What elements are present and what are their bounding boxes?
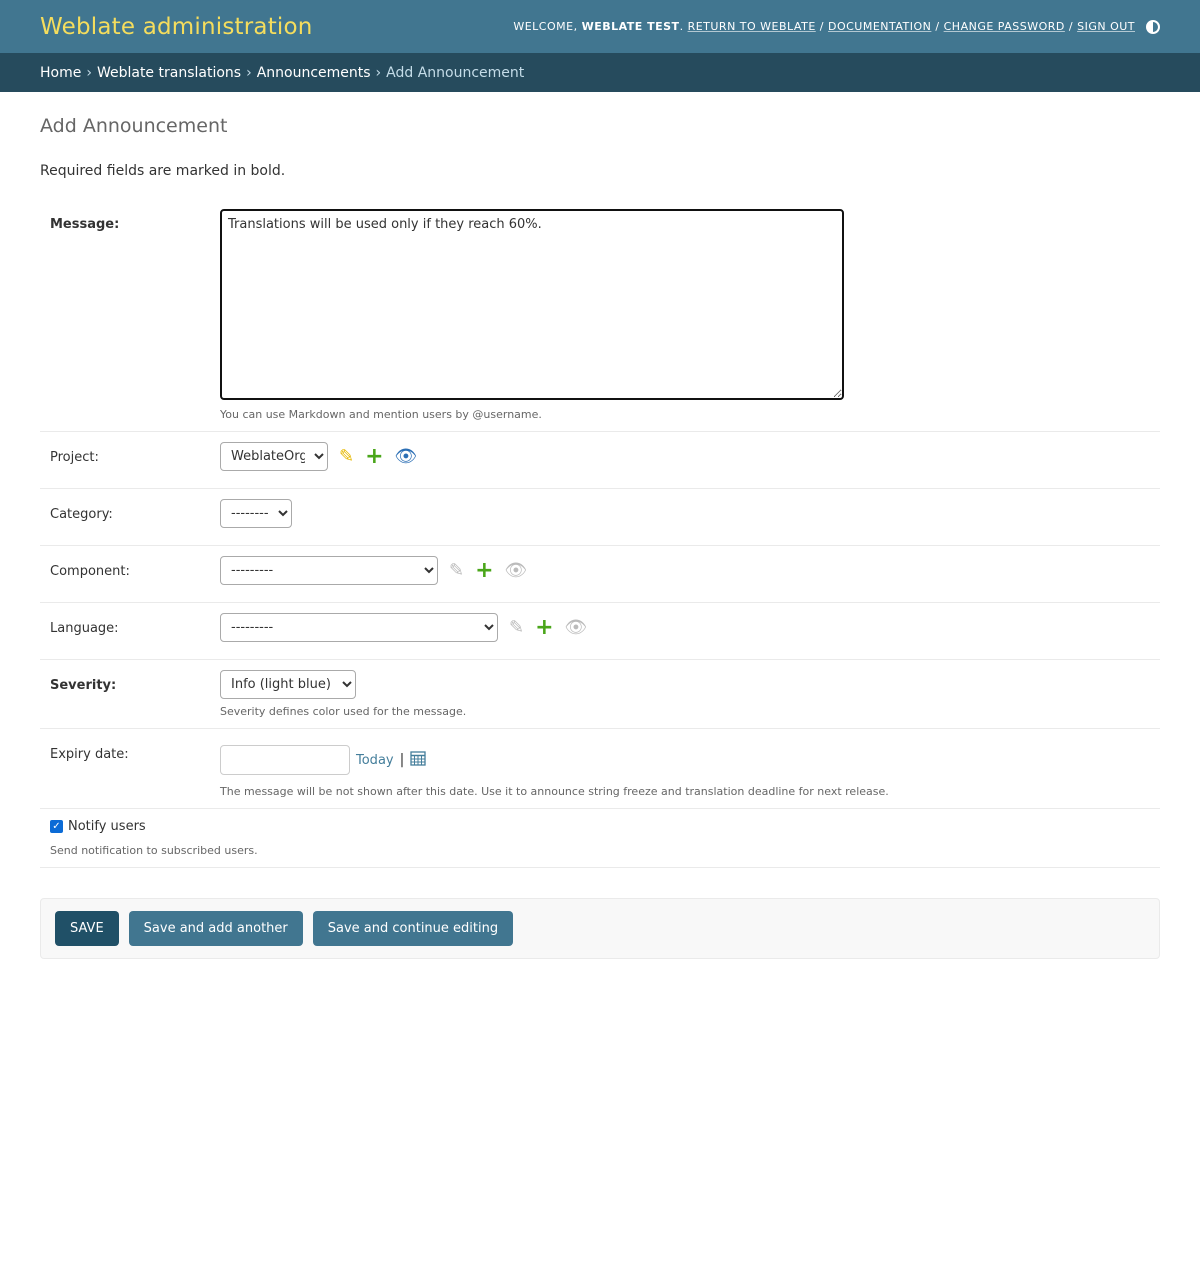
sign-out-link[interactable]: Sign out (1077, 20, 1135, 33)
severity-label: Severity: (50, 678, 117, 693)
expiry-label: Expiry date: (50, 747, 129, 762)
expiry-date-input[interactable] (220, 745, 350, 775)
category-row: Category: --------- (40, 489, 1160, 546)
change-password-link[interactable]: Change password (944, 20, 1065, 33)
category-label: Category: (50, 507, 113, 522)
username: Weblate Test (581, 20, 680, 33)
eye-icon[interactable]: 👁 (395, 447, 418, 466)
page-title: Add Announcement (40, 115, 228, 137)
plus-icon[interactable]: + (475, 559, 493, 582)
expiry-row: Expiry date: Today | The message will be… (40, 729, 1160, 809)
message-help: You can use Markdown and mention users b… (220, 408, 542, 421)
notify-checkbox[interactable]: ✓ (50, 820, 63, 833)
pencil-icon[interactable]: ✎ (339, 447, 354, 466)
breadcrumb-home[interactable]: Home (40, 65, 81, 81)
language-select[interactable]: --------- (220, 613, 498, 642)
announcement-form: Message: Translations will be used only … (40, 199, 1160, 868)
required-note: Required fields are marked in bold. (40, 163, 286, 179)
theme-toggle-icon[interactable] (1146, 19, 1160, 34)
message-label: Message: (50, 217, 120, 232)
return-to-weblate-link[interactable]: Return to Weblate (688, 20, 816, 33)
message-row: Message: Translations will be used only … (40, 199, 1160, 432)
breadcrumb-current: Add Announcement (386, 64, 525, 81)
component-select[interactable]: --------- (220, 556, 438, 585)
site-name[interactable]: Weblate administration (40, 14, 313, 40)
category-select[interactable]: --------- (220, 499, 292, 528)
breadcrumb-weblate-translations[interactable]: Weblate translations (97, 65, 241, 81)
breadcrumb: Home › Weblate translations › Announceme… (0, 53, 1200, 92)
plus-icon[interactable]: + (365, 445, 383, 468)
save-and-continue-button[interactable]: Save and continue editing (312, 911, 514, 946)
pencil-icon: ✎ (509, 616, 525, 638)
notify-label: Notify users (68, 819, 146, 834)
severity-select[interactable]: Info (light blue) (220, 670, 356, 699)
today-link[interactable]: Today (356, 753, 394, 768)
save-and-add-another-button[interactable]: Save and add another (128, 911, 303, 946)
language-label: Language: (50, 621, 119, 636)
eye-icon: 👁 (564, 616, 588, 638)
header: Weblate administration Welcome, Weblate … (0, 0, 1200, 53)
submit-row: Save Save and add another Save and conti… (40, 898, 1160, 959)
severity-help: Severity defines color used for the mess… (220, 705, 467, 718)
project-label: Project: (50, 450, 99, 465)
component-row: Component: --------- ✎ + 👁 (40, 546, 1160, 603)
pencil-icon: ✎ (449, 559, 465, 581)
breadcrumb-announcements[interactable]: Announcements (257, 65, 371, 81)
component-label: Component: (50, 564, 130, 579)
calendar-icon[interactable] (410, 750, 426, 770)
project-select[interactable]: WeblateOrg (220, 442, 328, 471)
content: Add Announcement Required fields are mar… (0, 115, 1200, 959)
welcome-text: Welcome, (513, 20, 578, 33)
user-tools: Welcome, Weblate Test. Return to Weblate… (513, 19, 1160, 34)
language-row: Language: --------- ✎ + 👁 (40, 603, 1160, 660)
severity-row: Severity: Info (light blue) Severity def… (40, 660, 1160, 729)
documentation-link[interactable]: Documentation (828, 20, 931, 33)
expiry-help: The message will be not shown after this… (220, 785, 889, 798)
notify-row: ✓ Notify users Send notification to subs… (40, 809, 1160, 868)
plus-icon[interactable]: + (535, 616, 553, 639)
notify-help: Send notification to subscribed users. (50, 844, 258, 857)
message-textarea[interactable]: Translations will be used only if they r… (220, 209, 844, 400)
project-row: Project: WeblateOrg ✎ + 👁 (40, 432, 1160, 489)
save-button[interactable]: Save (55, 911, 119, 946)
eye-icon: 👁 (504, 559, 528, 581)
